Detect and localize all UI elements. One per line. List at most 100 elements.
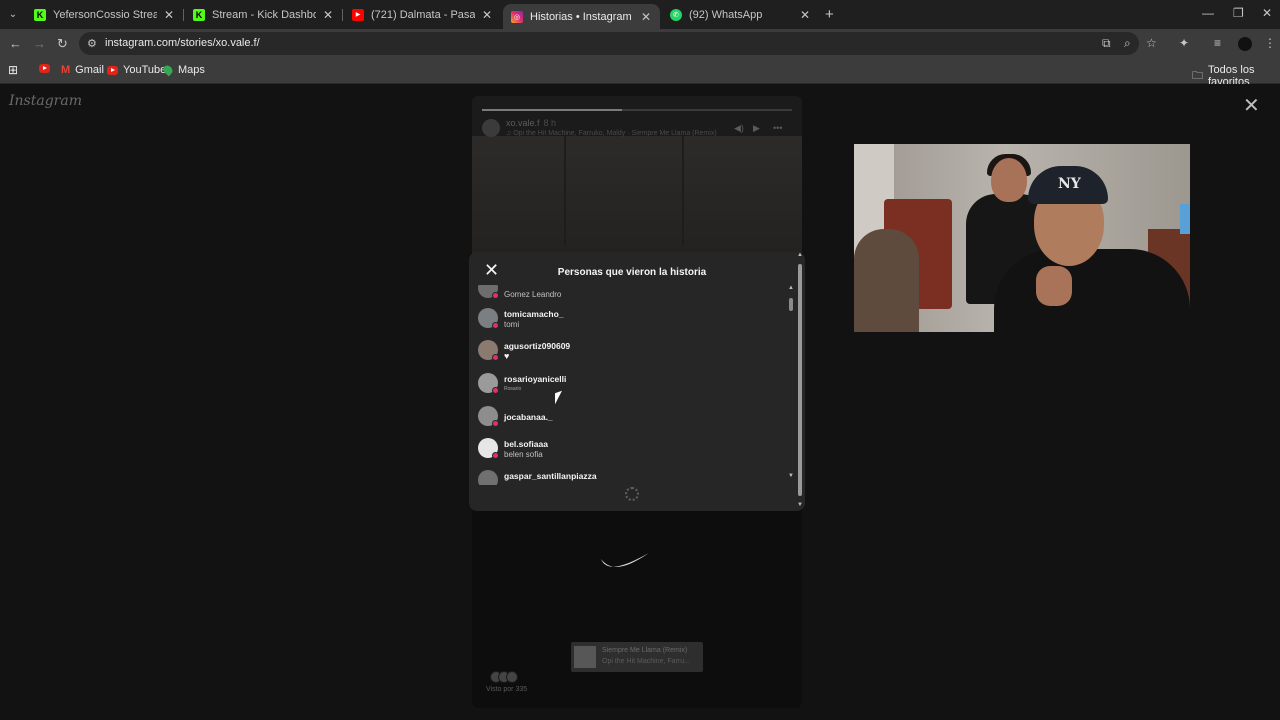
viewer-username[interactable]: tomicamacho_ <box>504 309 564 319</box>
tab-search-button[interactable]: ⌄ <box>4 5 22 23</box>
seen-by-count[interactable]: Visto por 335 <box>486 686 527 693</box>
gmail-icon: M <box>61 64 71 76</box>
story-ring-icon <box>492 292 499 299</box>
story-song-text: Opi the Hit Machine, Farruko, Maldy · Si… <box>513 130 717 137</box>
tab-title: (721) Dalmata - Pasarela | Video <box>371 8 475 21</box>
close-tab-icon[interactable]: ✕ <box>322 8 334 22</box>
viewer-username[interactable]: jocabanaa._ <box>504 412 553 422</box>
music-sticker-title: Siempre Me Llama (Remix) <box>602 647 688 654</box>
bookmark-gmail[interactable]: M Gmail <box>61 64 104 76</box>
youtube-icon <box>39 64 50 73</box>
viewer-username[interactable]: gaspar_santillanpiazza <box>504 471 597 481</box>
scroll-up-icon[interactable]: ▲ <box>787 285 795 291</box>
scrollbar-thumb[interactable] <box>789 298 793 311</box>
story-media-bottom <box>472 506 802 708</box>
viewer-row[interactable]: Gomez Leandro <box>469 285 787 303</box>
youtube-icon: ▶ <box>352 8 364 21</box>
bookmark-label: YouTube <box>123 64 167 76</box>
story-media-top <box>472 136 802 256</box>
menu-icon[interactable]: ⋮ <box>1264 36 1276 50</box>
close-tab-icon[interactable]: ✕ <box>481 8 493 22</box>
tab-kick-dashboard[interactable]: K Stream - Kick Dashboard ✕ <box>185 4 342 25</box>
avatar <box>478 373 499 394</box>
album-art <box>574 646 596 668</box>
mute-icon[interactable]: ◀) <box>734 123 744 134</box>
back-icon[interactable]: ← <box>9 36 22 51</box>
viewer-row[interactable]: bel.sofiaaa belen sofia <box>469 433 787 463</box>
new-tab-button[interactable]: + <box>825 6 834 23</box>
music-sticker[interactable]: Siempre Me Llama (Remix) Opi the Hit Mac… <box>571 642 703 672</box>
viewer-row[interactable]: agusortiz090609 ♥ <box>469 335 787 365</box>
cap-logo: NY <box>1058 176 1081 192</box>
bookmark-youtube-red[interactable] <box>39 64 55 73</box>
story-ring-icon <box>492 387 499 394</box>
tab-title: (92) WhatsApp <box>689 8 763 21</box>
more-options-icon[interactable]: ••• <box>773 123 782 133</box>
install-app-icon[interactable]: ⧉ <box>1102 36 1111 51</box>
close-tab-icon[interactable]: ✕ <box>163 8 175 22</box>
address-bar[interactable]: ⚙ instagram.com/stories/xo.vale.f/ <box>79 32 1139 55</box>
restore-icon[interactable]: ❐ <box>1233 6 1244 20</box>
viewer-username[interactable]: rosarioyanicelli <box>504 374 566 384</box>
viewer-username[interactable]: bel.sofiaaa <box>504 439 548 449</box>
folder-icon: 🗀 <box>1192 69 1203 82</box>
forward-icon[interactable]: → <box>33 36 46 51</box>
webcam-person <box>994 249 1190 332</box>
viewer-row[interactable]: tomicamacho_ tomi <box>469 303 787 333</box>
viewer-row[interactable]: gaspar_santillanpiazza <box>469 465 787 485</box>
apps-grid-icon[interactable]: ⊞ <box>8 63 18 77</box>
scroll-down-icon[interactable]: ▼ <box>796 502 804 508</box>
reload-icon[interactable]: ↻ <box>57 36 68 52</box>
site-info-icon[interactable]: ⚙ <box>87 37 97 50</box>
zoom-icon[interactable]: ⌕ <box>1124 36 1131 51</box>
story-author-avatar[interactable] <box>482 119 500 137</box>
bookmark-maps[interactable]: Maps <box>161 63 205 77</box>
profile-avatar[interactable] <box>1238 37 1252 51</box>
chevron-down-icon: ⌄ <box>8 8 18 20</box>
scrollbar-thumb[interactable] <box>798 264 802 496</box>
scroll-up-icon[interactable]: ▲ <box>796 252 804 258</box>
tab-kick-watch[interactable]: K YefersonCossio Stream - Watch ✕ <box>26 4 183 25</box>
browser-toolbar: ← → ↻ ⚙ instagram.com/stories/xo.vale.f/… <box>0 29 1280 58</box>
viewers-scrollbar[interactable]: ▲ ▼ <box>787 285 795 481</box>
bookmarks-bar: ⊞ M Gmail YouTube Maps 🗀 Todos los favorit… <box>0 58 1280 88</box>
whatsapp-icon: ✆ <box>670 8 682 21</box>
close-tab-icon[interactable]: ✕ <box>640 10 652 24</box>
viewers-list[interactable]: Gomez Leandro tomicamacho_ tomi agusorti… <box>469 285 787 485</box>
story-song[interactable]: ♫ Opi the Hit Machine, Farruko, Maldy · … <box>506 130 717 137</box>
media-control-icon[interactable]: ≡ <box>1214 36 1221 50</box>
bookmark-star-icon[interactable]: ☆ <box>1146 36 1157 50</box>
instagram-icon: ◎ <box>511 10 523 23</box>
avatar <box>478 285 499 299</box>
bookmark-youtube[interactable]: YouTube <box>107 64 166 76</box>
story-author[interactable]: xo.vale.f 8 h <box>506 118 556 128</box>
viewer-row[interactable]: jocabanaa._ <box>469 401 787 431</box>
avatar <box>478 340 499 361</box>
nike-logo-icon <box>601 553 649 567</box>
url-text[interactable]: instagram.com/stories/xo.vale.f/ <box>105 37 260 49</box>
avatar <box>478 438 499 459</box>
story-ring-icon <box>492 452 499 459</box>
tab-instagram[interactable]: ◎ Historias • Instagram ✕ <box>503 4 660 29</box>
story-ring-icon <box>492 354 499 361</box>
viewer-username[interactable]: agusortiz090609 <box>504 341 570 351</box>
extensions-icon[interactable]: ✦ <box>1179 36 1189 50</box>
viewer-name: Rosario <box>504 386 522 392</box>
story-media-detail <box>564 136 566 246</box>
avatar <box>478 470 498 485</box>
minimize-icon[interactable]: — <box>1202 6 1214 20</box>
tab-whatsapp[interactable]: ✆ (92) WhatsApp ✕ <box>662 4 819 25</box>
close-stories-icon[interactable]: ✕ <box>1243 96 1260 116</box>
instagram-logo[interactable]: Instagram <box>9 93 82 109</box>
play-icon[interactable]: ▶ <box>753 123 760 134</box>
close-window-icon[interactable]: ✕ <box>1262 6 1272 20</box>
story-username[interactable]: xo.vale.f <box>506 118 540 128</box>
scroll-down-icon[interactable]: ▼ <box>787 473 795 479</box>
page-scrollbar[interactable]: ▲ ▼ <box>796 252 804 511</box>
story-progress-fill <box>482 109 622 111</box>
viewer-row[interactable]: rosarioyanicelli Rosario <box>469 368 787 398</box>
tab-youtube[interactable]: ▶ (721) Dalmata - Pasarela | Video ✕ <box>344 4 501 25</box>
seen-by-avatars[interactable] <box>490 671 518 683</box>
close-tab-icon[interactable]: ✕ <box>799 8 811 22</box>
avatar <box>478 406 499 427</box>
